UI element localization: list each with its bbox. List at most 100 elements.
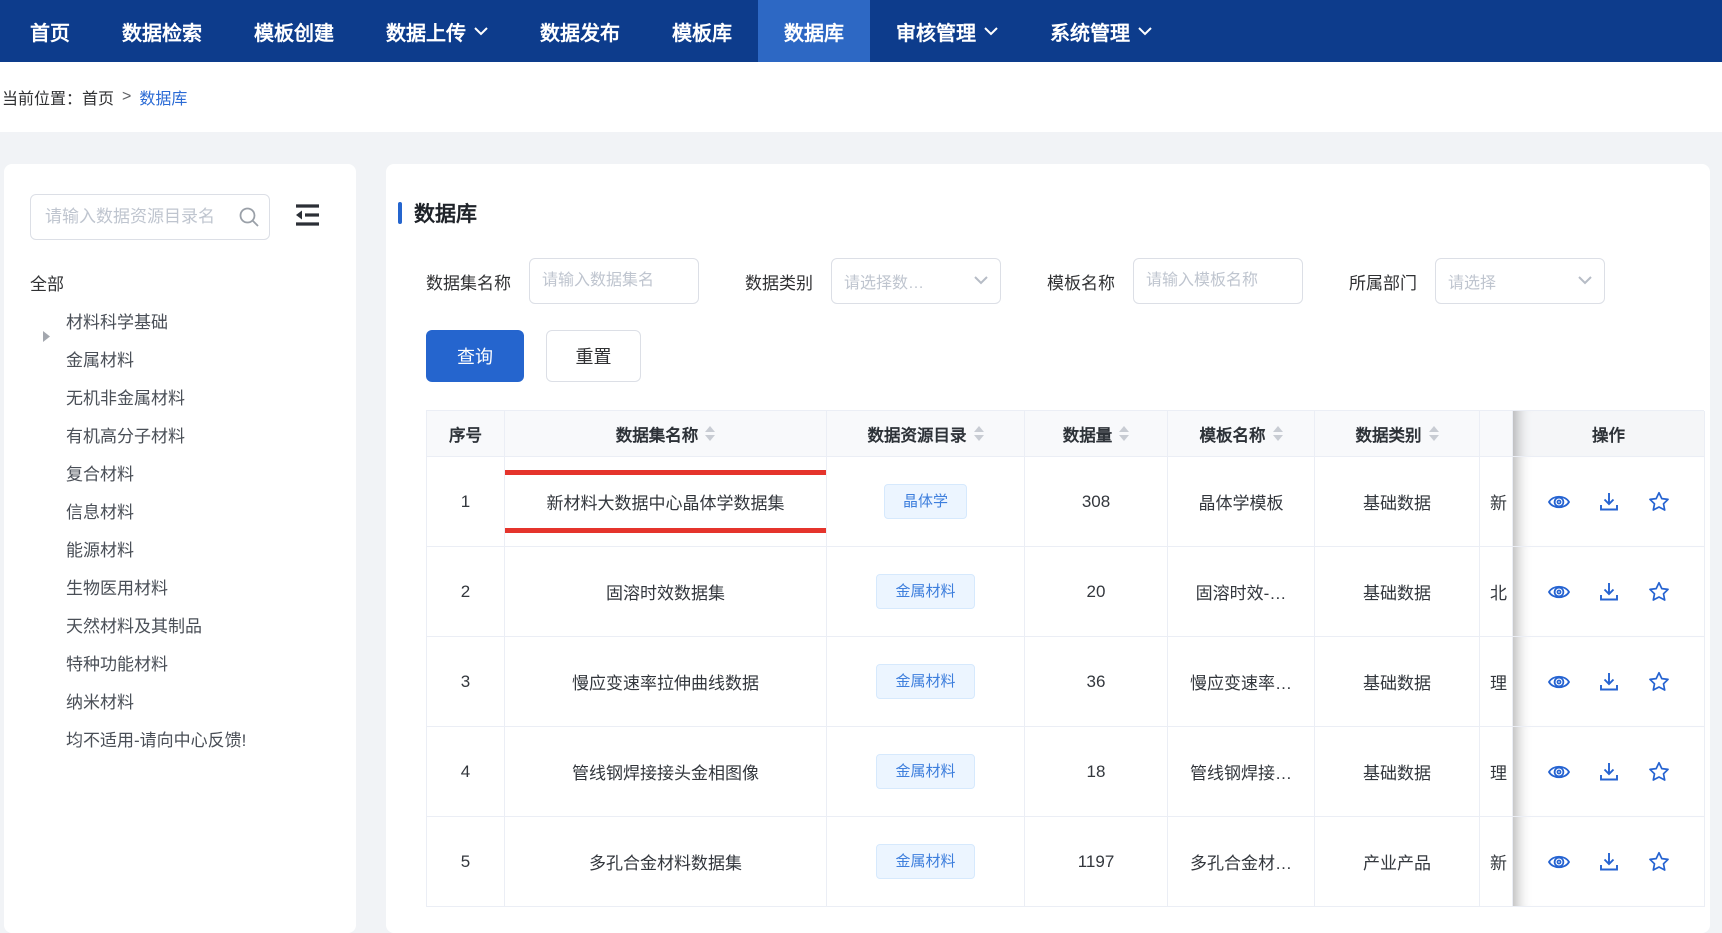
- actions-cell: [1513, 817, 1705, 907]
- table-row: 1 新材料大数据中心晶体学数据集 晶体学 308 晶体学模板 基础数据 新: [427, 457, 1704, 547]
- dataset-name-cell[interactable]: 新材料大数据中心晶体学数据集: [505, 457, 827, 547]
- tree-item-organic-polymer[interactable]: 有机高分子材料: [30, 418, 334, 456]
- breadcrumb-separator: >: [122, 88, 131, 106]
- nav-item-data-upload[interactable]: 数据上传: [360, 0, 514, 62]
- header-template-name[interactable]: 模板名称: [1168, 411, 1315, 457]
- nav-item-template-library[interactable]: 模板库: [646, 0, 758, 62]
- download-icon[interactable]: [1597, 580, 1621, 604]
- catalog-sidebar: 全部 材料科学基础 金属材料 无机非金属材料 有机高分子材料 复合材料 信息材料…: [4, 164, 356, 933]
- dataset-name-cell[interactable]: 慢应变速率拉伸曲线数据: [505, 637, 827, 727]
- breadcrumb-home-link[interactable]: 首页: [82, 85, 114, 109]
- catalog-search-input[interactable]: [30, 194, 270, 240]
- dataset-name-cell[interactable]: 固溶时效数据集: [505, 547, 827, 637]
- title-accent-bar: [398, 202, 402, 224]
- view-eye-icon[interactable]: [1547, 490, 1571, 514]
- chevron-down-icon: [974, 272, 988, 290]
- tree-item-all[interactable]: 全部: [30, 266, 334, 304]
- page-title: 数据库: [398, 198, 1710, 228]
- dataset-name-cell[interactable]: 多孔合金材料数据集: [505, 817, 827, 907]
- tree-item-natural-materials[interactable]: 天然材料及其制品: [30, 608, 334, 646]
- page-content: 全部 材料科学基础 金属材料 无机非金属材料 有机高分子材料 复合材料 信息材料…: [0, 132, 1722, 933]
- header-dataset-name[interactable]: 数据集名称: [505, 411, 827, 457]
- sort-icon[interactable]: [705, 426, 715, 441]
- data-category-select[interactable]: 请选择数…: [831, 258, 1001, 304]
- download-icon[interactable]: [1597, 670, 1621, 694]
- top-nav: 首页 数据检索 模板创建 数据上传 数据发布 模板库 数据库 审核管理 系统管理: [0, 0, 1722, 62]
- nav-item-data-search[interactable]: 数据检索: [96, 0, 228, 62]
- favorite-star-icon[interactable]: [1647, 760, 1671, 784]
- favorite-star-icon[interactable]: [1647, 850, 1671, 874]
- template-cell: 晶体学模板: [1168, 457, 1315, 547]
- template-name-label: 模板名称: [1047, 269, 1115, 294]
- view-eye-icon[interactable]: [1547, 580, 1571, 604]
- database-panel: 数据库 数据集名称 数据类别 请选择数… 模板名称 所属部门 请: [386, 164, 1710, 933]
- tree-item-inorganic-nonmetal[interactable]: 无机非金属材料: [30, 380, 334, 418]
- header-resource-catalog[interactable]: 数据资源目录: [827, 411, 1025, 457]
- view-eye-icon[interactable]: [1547, 760, 1571, 784]
- nav-item-review-management[interactable]: 审核管理: [870, 0, 1024, 62]
- sort-icon[interactable]: [1119, 426, 1129, 441]
- tree-item-nano-materials[interactable]: 纳米材料: [30, 684, 334, 722]
- view-eye-icon[interactable]: [1547, 850, 1571, 874]
- chevron-down-icon: [474, 27, 488, 36]
- dataset-name-cell[interactable]: 管线钢焊接接头金相图像: [505, 727, 827, 817]
- department-select[interactable]: 请选择: [1435, 258, 1605, 304]
- tree-item-special-function-materials[interactable]: 特种功能材料: [30, 646, 334, 684]
- count-cell: 18: [1025, 727, 1168, 817]
- download-icon[interactable]: [1597, 850, 1621, 874]
- category-cell: 基础数据: [1315, 637, 1480, 727]
- nav-item-home[interactable]: 首页: [4, 0, 96, 62]
- breadcrumb-location-label: 当前位置：: [2, 85, 82, 109]
- chevron-down-icon: [1578, 272, 1592, 290]
- nav-item-template-create[interactable]: 模板创建: [228, 0, 360, 62]
- tree-item-metal-materials[interactable]: 金属材料: [30, 342, 334, 380]
- table-header-row: 序号 数据集名称 数据资源目录 数据量 模板名称: [427, 411, 1704, 457]
- actions-cell: [1513, 637, 1705, 727]
- template-name-input[interactable]: [1133, 258, 1303, 304]
- header-data-category[interactable]: 数据类别: [1315, 411, 1480, 457]
- row-index: 1: [427, 457, 505, 547]
- favorite-star-icon[interactable]: [1647, 490, 1671, 514]
- tree-item-energy-materials[interactable]: 能源材料: [30, 532, 334, 570]
- sort-icon[interactable]: [974, 426, 984, 441]
- data-category-label: 数据类别: [745, 269, 813, 294]
- header-data-count[interactable]: 数据量: [1025, 411, 1168, 457]
- download-icon[interactable]: [1597, 490, 1621, 514]
- table-body: 1 新材料大数据中心晶体学数据集 晶体学 308 晶体学模板 基础数据 新: [427, 457, 1704, 907]
- header-actions: 操作: [1513, 411, 1705, 457]
- reset-button[interactable]: 重置: [546, 330, 641, 382]
- nav-item-database[interactable]: 数据库: [758, 0, 870, 62]
- tree-item-not-applicable-feedback[interactable]: 均不适用-请向中心反馈!: [30, 722, 334, 760]
- nav-item-data-publish[interactable]: 数据发布: [514, 0, 646, 62]
- template-cell: 慢应变速率…: [1168, 637, 1315, 727]
- query-button[interactable]: 查询: [426, 330, 524, 382]
- row-index: 4: [427, 727, 505, 817]
- sort-icon[interactable]: [1429, 426, 1439, 441]
- catalog-cell: 金属材料: [827, 817, 1025, 907]
- collapse-tree-icon[interactable]: [292, 202, 322, 233]
- catalog-tag: 金属材料: [876, 664, 974, 699]
- catalog-tag: 金属材料: [876, 844, 974, 879]
- view-eye-icon[interactable]: [1547, 670, 1571, 694]
- tree-item-information-materials[interactable]: 信息材料: [30, 494, 334, 532]
- clipped-cell: 理: [1480, 727, 1513, 817]
- dataset-name-input[interactable]: [529, 258, 699, 304]
- count-cell: 308: [1025, 457, 1168, 547]
- nav-item-system-management[interactable]: 系统管理: [1024, 0, 1178, 62]
- search-icon[interactable]: [238, 206, 260, 233]
- favorite-star-icon[interactable]: [1647, 580, 1671, 604]
- filter-bar: 数据集名称 数据类别 请选择数… 模板名称 所属部门 请选择: [426, 258, 1710, 304]
- download-icon[interactable]: [1597, 760, 1621, 784]
- catalog-tag: 晶体学: [884, 484, 967, 519]
- tree-item-materials-science-basics[interactable]: 材料科学基础: [30, 304, 334, 342]
- actions-cell: [1513, 547, 1705, 637]
- catalog-cell: 金属材料: [827, 637, 1025, 727]
- tree-item-composite[interactable]: 复合材料: [30, 456, 334, 494]
- tree-item-biomedical-materials[interactable]: 生物医用材料: [30, 570, 334, 608]
- catalog-tree: 全部 材料科学基础 金属材料 无机非金属材料 有机高分子材料 复合材料 信息材料…: [30, 266, 334, 760]
- favorite-star-icon[interactable]: [1647, 670, 1671, 694]
- clipped-cell: 新: [1480, 817, 1513, 907]
- sort-icon[interactable]: [1273, 426, 1283, 441]
- category-cell: 产业产品: [1315, 817, 1480, 907]
- row-index: 2: [427, 547, 505, 637]
